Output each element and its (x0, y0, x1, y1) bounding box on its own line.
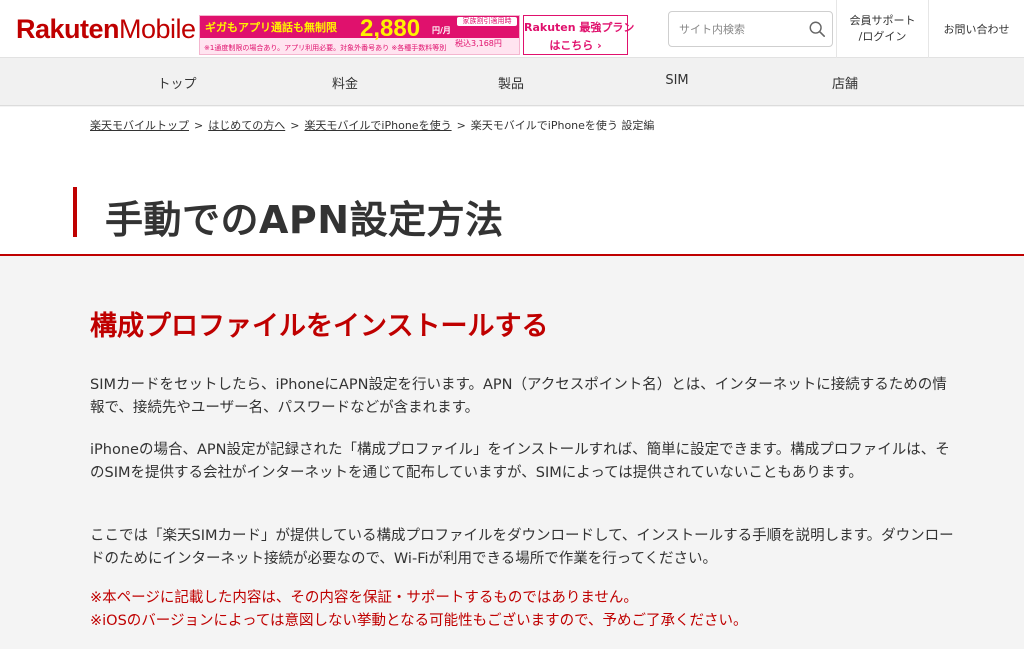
site-header: RakutenMobile ギガもアプリ通話も無制限 家族割引適用時 2,880… (0, 0, 1024, 58)
promo-lead: ギガもアプリ通話も無制限 (205, 21, 337, 34)
contact-link[interactable]: お問い合わせ (928, 0, 1024, 58)
contact-label: お問い合わせ (943, 23, 1010, 36)
site-search (668, 11, 833, 47)
nav-item-products[interactable]: 製品 (498, 73, 524, 92)
promo-family-discount: 家族割引適用時 (457, 17, 517, 26)
member-support-label: 会員サポート (849, 14, 916, 27)
nav-item-stores[interactable]: 店舗 (832, 73, 858, 92)
promo-unit: 円/月 (432, 26, 451, 35)
plan-banner[interactable]: Rakuten 最強プラン はこちら › (523, 15, 635, 55)
breadcrumb-current: 楽天モバイルでiPhoneを使う 設定編 (470, 119, 655, 132)
warning-ios-version: ※iOSのバージョンによっては意図しない挙動となる可能性もございますので、予めご… (90, 613, 748, 629)
plan-banner-link: はこちら › (549, 39, 602, 52)
breadcrumb-separator: > (290, 119, 300, 132)
paragraph-procedure: ここでは「楽天SIMカード」が提供している構成プロファイルをダウンロードして、イ… (90, 528, 954, 567)
breadcrumb-link-iphone[interactable]: 楽天モバイルでiPhoneを使う (304, 119, 451, 132)
breadcrumb: 楽天モバイルトップ > はじめての方へ > 楽天モバイルでiPhoneを使う > 楽天モバイ… (90, 117, 654, 133)
nav-item-top[interactable]: トップ (157, 73, 196, 92)
nav-item-sim[interactable]: SIM (665, 73, 688, 88)
breadcrumb-link-beginners[interactable]: はじめての方へ (208, 119, 285, 132)
member-support-login-link[interactable]: 会員サポート /ログイン (836, 0, 928, 58)
promo-price: 2,880 (360, 15, 421, 42)
title-band: 楽天モバイルトップ > はじめての方へ > 楽天モバイルでiPhoneを使う > 楽天モバイ… (0, 107, 1024, 254)
title-divider (0, 254, 1024, 256)
logo-product: Mobile (119, 14, 196, 44)
warning-no-guarantee: ※本ページに記載した内容は、その内容を保証・サポートするものではありません。 (90, 590, 638, 606)
promo-note: ※1通度制限の場合あり。アプリ利用必要。対象外番号あり ※各種手数料等別 (204, 44, 447, 52)
paragraph-apn-intro: SIMカードをセットしたら、iPhoneにAPN設定を行います。APN（アクセス… (90, 377, 947, 416)
nav-item-price[interactable]: 料金 (332, 73, 358, 92)
breadcrumb-separator: > (456, 119, 466, 132)
search-icon[interactable] (808, 20, 826, 38)
paragraph-profile: iPhoneの場合、APN設定が記録された「構成プロファイル」をインストールすれ… (90, 442, 950, 481)
breadcrumb-link-top[interactable]: 楽天モバイルトップ (90, 119, 189, 132)
title-accent-bar (73, 187, 77, 237)
logo-brand: Rakuten (16, 14, 120, 44)
promo-banner-unlimited[interactable]: ギガもアプリ通話も無制限 家族割引適用時 2,880 円/月 税込3,168円 … (199, 15, 520, 55)
global-nav: トップ 料金 製品 SIM 店舗 (0, 58, 1024, 106)
login-label: /ログイン (858, 30, 907, 43)
rakuten-mobile-logo[interactable]: RakutenMobile (16, 14, 196, 45)
promo-tax: 税込3,168円 (455, 39, 502, 48)
page-title: 手動でのAPN設定方法 (105, 198, 504, 242)
plan-banner-title: Rakuten 最強プラン (524, 21, 635, 34)
section-heading: 構成プロファイルをインストールする (90, 311, 549, 342)
search-input[interactable] (669, 12, 799, 46)
breadcrumb-separator: > (194, 119, 204, 132)
